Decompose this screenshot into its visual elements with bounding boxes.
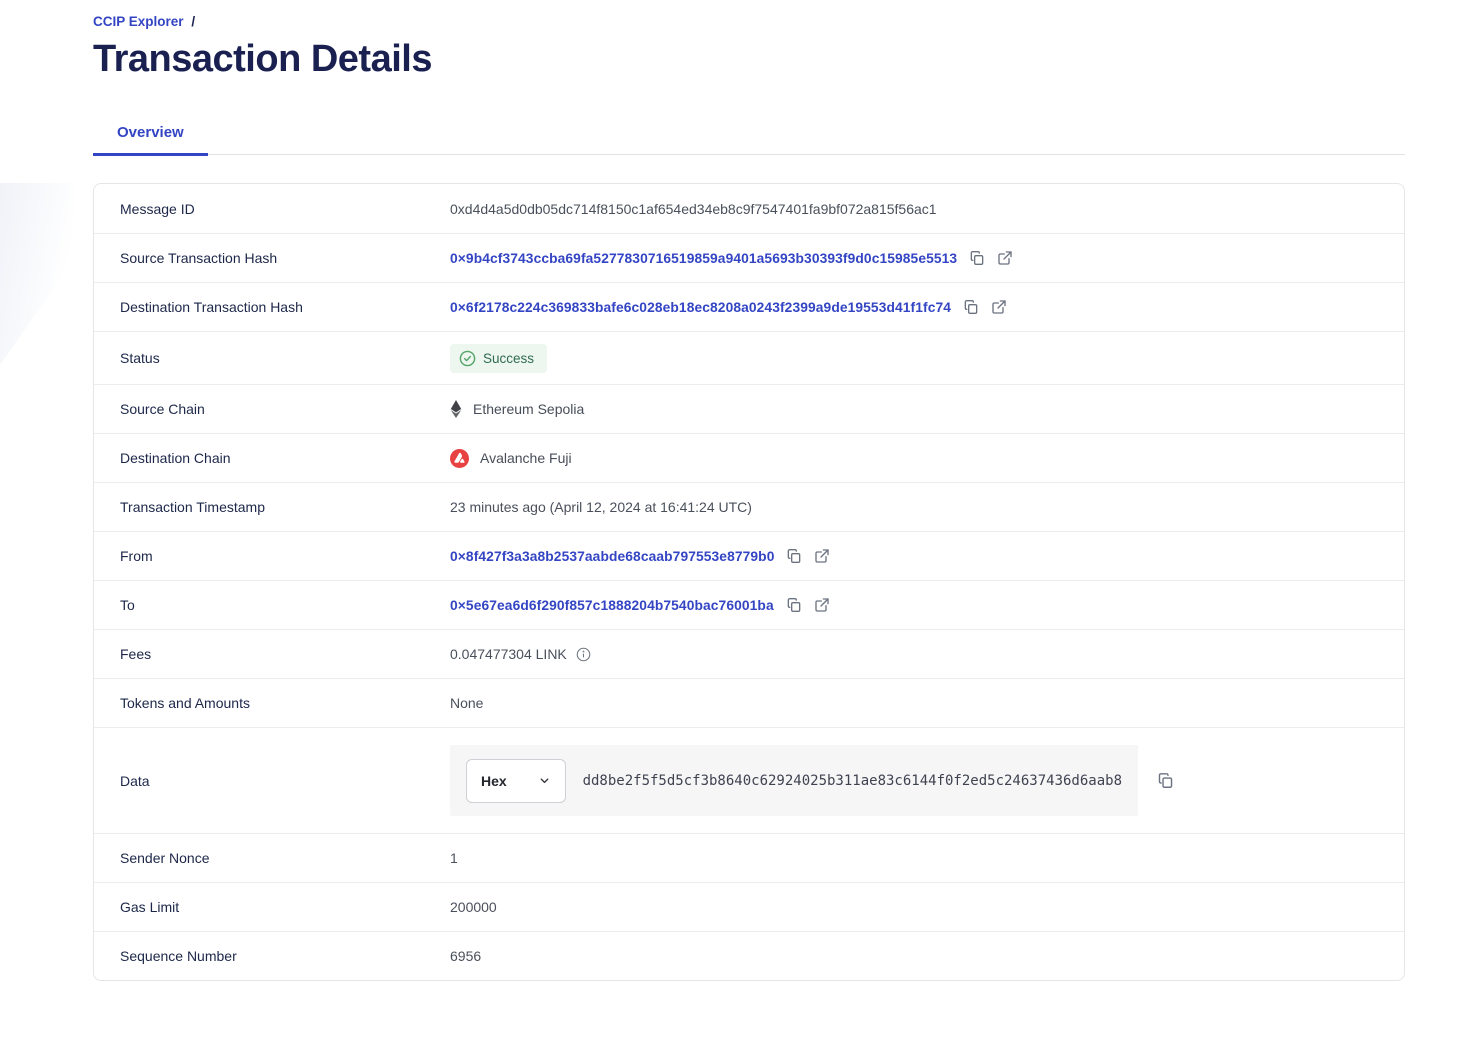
table-row-gas-limit: Gas Limit 200000 [94,882,1404,931]
row-label: Message ID [120,201,450,217]
table-row-source-chain: Source Chain Ethereum Sepolia [94,384,1404,433]
background-decoration [0,183,74,365]
breadcrumb-ccip-explorer-link[interactable]: CCIP Explorer [93,14,184,29]
row-label: Source Chain [120,401,450,417]
ethereum-icon [450,400,462,418]
transaction-details-page: CCIP Explorer / Transaction Details Over… [0,0,1470,1039]
row-label: Destination Chain [120,450,450,466]
table-row-sequence-number: Sequence Number 6956 [94,931,1404,980]
timestamp-value: 23 minutes ago (April 12, 2024 at 16:41:… [450,499,752,515]
table-row-data: Data Hex dd8be2f5f5d5cf3b8640c62924025b3… [94,727,1404,833]
message-id-value: 0xd4d4a5d0db05dc714f8150c1af654ed34eb8c9… [450,201,937,217]
row-label: Sequence Number [120,948,450,964]
transaction-details-table: Message ID 0xd4d4a5d0db05dc714f8150c1af6… [93,183,1405,981]
row-label: Destination Transaction Hash [120,299,450,315]
info-icon[interactable] [576,647,591,662]
data-hex-value: dd8be2f5f5d5cf3b8640c62924025b311ae83c61… [583,773,1122,789]
sequence-number-value: 6956 [450,948,481,964]
check-circle-icon [459,350,476,367]
breadcrumb-separator: / [191,14,195,29]
external-link-icon[interactable] [997,250,1013,266]
table-row-destination-chain: Destination Chain Avalanche Fuji [94,433,1404,482]
status-badge: Success [450,344,547,373]
source-chain-name: Ethereum Sepolia [473,401,584,417]
external-link-icon[interactable] [991,299,1007,315]
external-link-icon[interactable] [814,597,830,613]
table-row-tokens: Tokens and Amounts None [94,678,1404,727]
sender-nonce-value: 1 [450,850,458,866]
data-format-value: Hex [481,773,507,789]
destination-chain-name: Avalanche Fuji [480,450,572,466]
table-row-from: From 0×8f427f3a3a8b2537aabde68caab797553… [94,531,1404,580]
row-label: Source Transaction Hash [120,250,450,266]
chevron-down-icon [538,774,551,787]
table-row-fees: Fees 0.047477304 LINK [94,629,1404,678]
copy-icon[interactable] [1157,772,1174,789]
avalanche-icon [450,449,469,468]
row-label: Transaction Timestamp [120,499,450,515]
table-row-timestamp: Transaction Timestamp 23 minutes ago (Ap… [94,482,1404,531]
data-hex-box: Hex dd8be2f5f5d5cf3b8640c62924025b311ae8… [450,745,1138,816]
tokens-value: None [450,695,483,711]
page-title: Transaction Details [93,38,1405,81]
source-tx-hash-link[interactable]: 0×9b4cf3743ccba69fa5277830716519859a9401… [450,251,957,266]
breadcrumb: CCIP Explorer / [93,0,1405,29]
row-label: Gas Limit [120,899,450,915]
status-text: Success [483,351,534,366]
copy-icon[interactable] [969,250,985,266]
tab-bar: Overview [93,124,1405,155]
destination-tx-hash-link[interactable]: 0×6f2178c224c369833bafe6c028eb18ec8208a0… [450,300,951,315]
table-row-source-tx-hash: Source Transaction Hash 0×9b4cf3743ccba6… [94,233,1404,282]
main-content: CCIP Explorer / Transaction Details Over… [93,0,1405,981]
row-label: To [120,597,450,613]
row-label: Status [120,350,450,366]
row-label: Tokens and Amounts [120,695,450,711]
data-format-select[interactable]: Hex [466,759,566,803]
from-address-link[interactable]: 0×8f427f3a3a8b2537aabde68caab797553e8779… [450,549,774,564]
external-link-icon[interactable] [814,548,830,564]
row-label: Sender Nonce [120,850,450,866]
table-row-message-id: Message ID 0xd4d4a5d0db05dc714f8150c1af6… [94,184,1404,233]
row-label: From [120,548,450,564]
row-label: Data [120,773,450,789]
table-row-sender-nonce: Sender Nonce 1 [94,833,1404,882]
table-row-status: Status Success [94,331,1404,384]
to-address-link[interactable]: 0×5e67ea6d6f290f857c1888204b7540bac76001… [450,598,774,613]
table-row-destination-tx-hash: Destination Transaction Hash 0×6f2178c22… [94,282,1404,331]
copy-icon[interactable] [786,597,802,613]
gas-limit-value: 200000 [450,899,497,915]
copy-icon[interactable] [786,548,802,564]
tab-overview[interactable]: Overview [93,124,208,154]
row-label: Fees [120,646,450,662]
table-row-to: To 0×5e67ea6d6f290f857c1888204b7540bac76… [94,580,1404,629]
fees-value: 0.047477304 LINK [450,646,567,662]
copy-icon[interactable] [963,299,979,315]
